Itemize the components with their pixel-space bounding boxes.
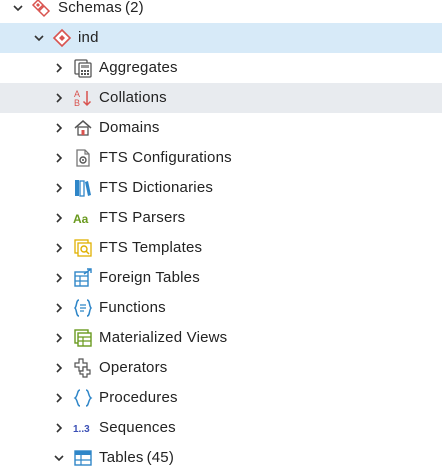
tables-icon: [73, 443, 93, 467]
tree-node-procedures[interactable]: Procedures: [0, 383, 442, 413]
tree-node-tables[interactable]: Tables (45): [0, 443, 442, 467]
domains-icon: [73, 113, 93, 143]
sequences-icon: 1..3: [73, 413, 93, 443]
collations-label: Collations: [99, 89, 167, 106]
tree-node-collations[interactable]: A B Collations: [0, 83, 442, 113]
fts-dictionaries-label: FTS Dictionaries: [99, 179, 214, 196]
tree-node-fts-parsers[interactable]: Aa FTS Parsers: [0, 203, 442, 233]
fts-parsers-icon-text: Aa: [73, 212, 89, 226]
tables-count: (45): [146, 449, 175, 466]
chevron-down-icon[interactable]: [51, 443, 67, 467]
fts-configurations-icon: [73, 143, 93, 173]
schema-icon: [52, 23, 72, 53]
chevron-right-icon[interactable]: [51, 263, 67, 293]
fts-configurations-label: FTS Configurations: [99, 149, 232, 166]
tree-node-operators[interactable]: Operators: [0, 353, 442, 383]
chevron-down-icon[interactable]: [31, 23, 47, 53]
tree-node-schemas[interactable]: Schemas (2): [0, 0, 442, 23]
functions-label: Functions: [99, 299, 166, 316]
chevron-right-icon[interactable]: [51, 173, 67, 203]
schemas-label: Schemas: [58, 0, 122, 16]
schemas-icon: [31, 0, 51, 23]
tree-node-fts-dictionaries[interactable]: FTS Dictionaries: [0, 173, 442, 203]
sequences-icon-text: 1..3: [73, 424, 90, 435]
svg-text:B: B: [74, 98, 80, 108]
operators-label: Operators: [99, 359, 168, 376]
tree-node-materialized-views[interactable]: Materialized Views: [0, 323, 442, 353]
tables-label: Tables: [99, 449, 144, 466]
collations-icon: A B: [73, 83, 93, 113]
tree-node-label: Schemas (2): [58, 0, 144, 23]
chevron-down-icon[interactable]: [10, 0, 26, 23]
tree-node-domains[interactable]: Domains: [0, 113, 442, 143]
fts-parsers-icon: Aa: [73, 203, 93, 233]
tree-node-fts-configurations[interactable]: FTS Configurations: [0, 143, 442, 173]
tree-node-sequences[interactable]: 1..3 Sequences: [0, 413, 442, 443]
schema-label: ind: [78, 29, 99, 46]
functions-icon: [73, 293, 93, 323]
procedures-label: Procedures: [99, 389, 178, 406]
aggregates-label: Aggregates: [99, 59, 178, 76]
procedures-icon: [73, 383, 93, 413]
domains-label: Domains: [99, 119, 160, 136]
chevron-right-icon[interactable]: [51, 233, 67, 263]
tree-node-schema-ind[interactable]: ind: [0, 23, 442, 53]
chevron-right-icon[interactable]: [51, 353, 67, 383]
tree-node-functions[interactable]: Functions: [0, 293, 442, 323]
object-browser-tree: Schemas (2) ind Aggregates A B Collation…: [0, 0, 442, 467]
tree-node-foreign-tables[interactable]: Foreign Tables: [0, 263, 442, 293]
chevron-right-icon[interactable]: [51, 83, 67, 113]
chevron-right-icon[interactable]: [51, 203, 67, 233]
foreign-tables-icon: [73, 263, 93, 293]
operators-icon: [73, 353, 93, 383]
chevron-right-icon[interactable]: [51, 143, 67, 173]
fts-templates-label: FTS Templates: [99, 239, 203, 256]
chevron-right-icon[interactable]: [51, 53, 67, 83]
schemas-count: (2): [124, 0, 144, 16]
chevron-right-icon[interactable]: [51, 323, 67, 353]
tree-node-label: Tables (45): [99, 443, 174, 467]
fts-dictionaries-icon: [73, 173, 93, 203]
materialized-views-icon: [73, 323, 93, 353]
tree-node-aggregates[interactable]: Aggregates: [0, 53, 442, 83]
materialized-views-label: Materialized Views: [99, 329, 228, 346]
chevron-right-icon[interactable]: [51, 293, 67, 323]
chevron-right-icon[interactable]: [51, 413, 67, 443]
foreign-tables-label: Foreign Tables: [99, 269, 200, 286]
fts-parsers-label: FTS Parsers: [99, 209, 186, 226]
chevron-right-icon[interactable]: [51, 383, 67, 413]
aggregates-icon: [73, 53, 93, 83]
sequences-label: Sequences: [99, 419, 176, 436]
fts-templates-icon: [73, 233, 93, 263]
chevron-right-icon[interactable]: [51, 113, 67, 143]
tree-node-fts-templates[interactable]: FTS Templates: [0, 233, 442, 263]
